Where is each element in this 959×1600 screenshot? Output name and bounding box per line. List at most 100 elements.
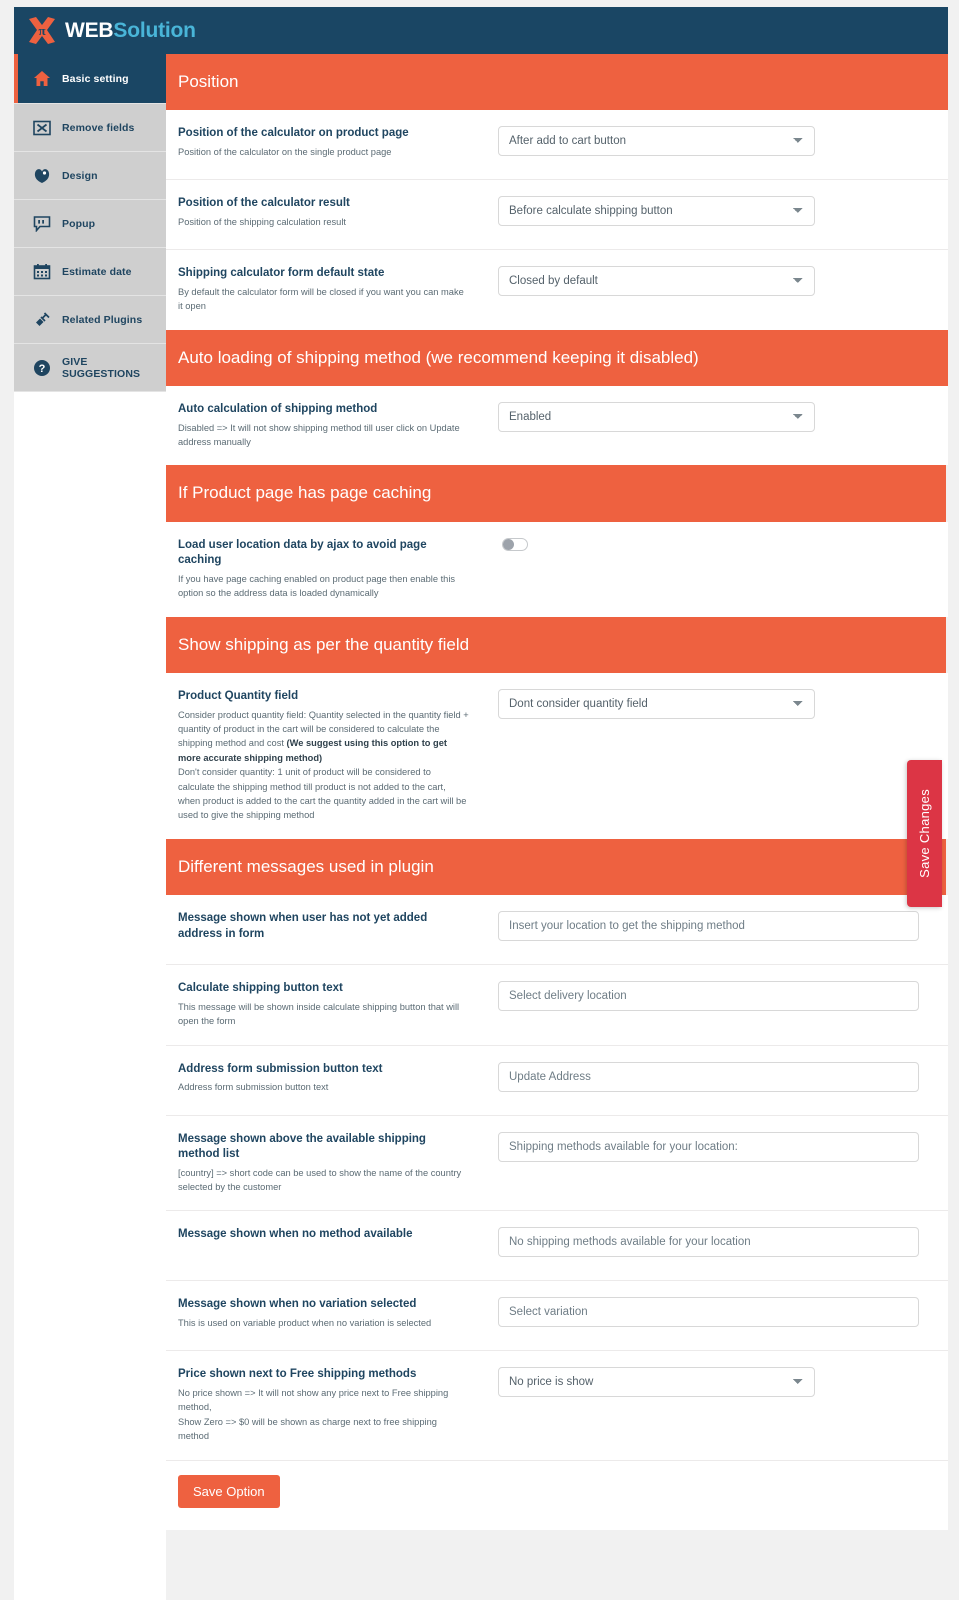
setting-description: No price shown => It will not show any p… bbox=[178, 1387, 449, 1413]
sidebar-item-give-suggestions[interactable]: ? GIVE SUGGESTIONS bbox=[14, 344, 166, 392]
calendar-icon bbox=[32, 262, 52, 282]
setting-description: Consider product quantity field: Quantit… bbox=[178, 708, 469, 766]
no-address-message-input[interactable] bbox=[498, 911, 919, 942]
remove-field-icon bbox=[32, 118, 52, 138]
sidebar-item-popup[interactable]: Popup bbox=[14, 200, 166, 248]
setting-label-block: Calculate shipping button text This mess… bbox=[178, 981, 483, 1028]
setting-description: [country] => short code can be used to s… bbox=[178, 1167, 462, 1192]
setting-description: Disabled => It will not show shipping me… bbox=[178, 422, 460, 448]
calculate-button-text-input[interactable] bbox=[498, 981, 919, 1012]
plug-icon bbox=[32, 310, 52, 330]
panel-messages: Message shown when user has not yet adde… bbox=[166, 895, 948, 1530]
address-submit-button-text-input[interactable] bbox=[498, 1061, 919, 1092]
setting-row: Position of the calculator on product pa… bbox=[166, 110, 948, 181]
sidebar-item-label: Estimate date bbox=[62, 265, 132, 278]
setting-control-block: Dont consider quantity field bbox=[483, 689, 948, 720]
setting-control-block bbox=[483, 537, 948, 551]
save-option-wrap: Save Option bbox=[166, 1460, 948, 1530]
setting-row: Load user location data by ajax to avoid… bbox=[166, 522, 948, 617]
section-header-page-caching: If Product page has page caching bbox=[166, 465, 946, 522]
auto-calculation-select[interactable]: Enabled bbox=[498, 402, 815, 433]
save-option-button[interactable]: Save Option bbox=[178, 1474, 280, 1508]
brand-logo: π WEBSolution bbox=[25, 16, 196, 46]
brand-name-bold: WEB bbox=[65, 19, 114, 42]
setting-control-block: Before calculate shipping button bbox=[483, 196, 948, 227]
sidebar-item-remove-fields[interactable]: Remove fields bbox=[14, 104, 166, 152]
svg-text:π: π bbox=[38, 23, 45, 38]
calculator-result-position-select[interactable]: Before calculate shipping button bbox=[498, 196, 815, 227]
setting-row: Product Quantity field Consider product … bbox=[166, 673, 948, 839]
question-icon: ? bbox=[32, 358, 52, 378]
setting-label: Calculate shipping button text bbox=[178, 982, 343, 995]
sidebar-item-related-plugins[interactable]: Related Plugins bbox=[14, 296, 166, 344]
setting-label-block: Message shown when user has not yet adde… bbox=[178, 911, 483, 945]
setting-row: Auto calculation of shipping method Disa… bbox=[166, 386, 948, 465]
app-header: π WEBSolution bbox=[14, 7, 948, 54]
setting-control-block: After add to cart button bbox=[483, 126, 948, 157]
setting-description: This is used on variable product when no… bbox=[178, 1317, 432, 1328]
setting-label-block: Position of the calculator on product pa… bbox=[178, 126, 483, 159]
sidebar-item-basic-setting[interactable]: Basic setting bbox=[14, 54, 166, 104]
setting-control-block bbox=[483, 1297, 948, 1328]
sidebar-item-label: Remove fields bbox=[62, 121, 135, 134]
above-method-list-message-input[interactable] bbox=[498, 1131, 919, 1162]
setting-control-block bbox=[483, 1227, 948, 1258]
setting-row: Calculate shipping button text This mess… bbox=[166, 965, 948, 1046]
section-header-messages: Different messages used in plugin bbox=[166, 838, 946, 896]
section-header-auto-loading: Auto loading of shipping method (we reco… bbox=[166, 329, 948, 387]
setting-label: Address form submission button text bbox=[178, 1062, 383, 1075]
setting-label-block: Shipping calculator form default state B… bbox=[178, 266, 483, 313]
setting-control-block bbox=[483, 1061, 948, 1092]
sidebar: Basic setting Remove fields Design Popup… bbox=[14, 54, 166, 1600]
setting-label: Product Quantity field bbox=[178, 690, 299, 703]
setting-label-block: Message shown when no method available bbox=[178, 1227, 483, 1246]
setting-label: Load user location data by ajax to avoid… bbox=[178, 538, 427, 567]
no-method-message-input[interactable] bbox=[498, 1227, 919, 1258]
setting-control-block bbox=[483, 911, 948, 942]
design-icon bbox=[32, 166, 52, 186]
setting-label: Auto calculation of shipping method bbox=[178, 403, 378, 416]
setting-label: Message shown when no variation selected bbox=[178, 1298, 417, 1311]
setting-control-block bbox=[483, 1131, 948, 1162]
setting-row: Message shown when user has not yet adde… bbox=[166, 895, 948, 966]
calculator-position-select[interactable]: After add to cart button bbox=[498, 126, 815, 157]
no-variation-message-input[interactable] bbox=[498, 1297, 919, 1328]
popup-icon bbox=[32, 214, 52, 234]
panel-auto-loading: Auto calculation of shipping method Disa… bbox=[166, 386, 948, 466]
form-default-state-select[interactable]: Closed by default bbox=[498, 266, 815, 297]
brand-name: WEBSolution bbox=[65, 20, 196, 41]
setting-row: Message shown when no method available bbox=[166, 1211, 948, 1282]
setting-row: Shipping calculator form default state B… bbox=[166, 250, 948, 329]
setting-label-block: Product Quantity field Consider product … bbox=[178, 689, 483, 823]
free-shipping-price-select[interactable]: No price is show bbox=[498, 1367, 815, 1398]
setting-control-block: No price is show bbox=[483, 1367, 948, 1398]
setting-row: Address form submission button text Addr… bbox=[166, 1046, 948, 1116]
svg-text:?: ? bbox=[39, 363, 46, 375]
pi-x-logo-icon: π bbox=[25, 16, 59, 46]
sidebar-item-design[interactable]: Design bbox=[14, 152, 166, 200]
brand-name-light: Solution bbox=[113, 19, 196, 42]
toggle-knob bbox=[503, 538, 514, 550]
home-icon bbox=[32, 69, 52, 89]
setting-description: Address form submission button text bbox=[178, 1082, 329, 1093]
setting-label: Message shown when user has not yet adde… bbox=[178, 912, 428, 940]
setting-label: Message shown above the available shippi… bbox=[178, 1132, 426, 1161]
sidebar-item-label: Basic setting bbox=[62, 72, 129, 85]
section-header-position: Position bbox=[166, 54, 948, 111]
setting-label-block: Auto calculation of shipping method Disa… bbox=[178, 402, 483, 449]
ajax-location-toggle[interactable] bbox=[502, 537, 528, 551]
setting-description: This message will be shown inside calcul… bbox=[178, 1001, 460, 1027]
setting-description: Position of the calculator on the single… bbox=[178, 146, 392, 157]
main-content: Position Position of the calculator on p… bbox=[166, 54, 948, 1530]
setting-label-block: Position of the calculator result Positi… bbox=[178, 196, 483, 229]
sidebar-item-label: Related Plugins bbox=[62, 313, 143, 326]
setting-description: Position of the shipping calculation res… bbox=[178, 216, 346, 227]
setting-label-block: Address form submission button text Addr… bbox=[178, 1062, 483, 1095]
setting-row: Price shown next to Free shipping method… bbox=[166, 1351, 948, 1461]
setting-description-2: Show Zero => $0 will be shown as charge … bbox=[178, 1416, 437, 1442]
sidebar-item-estimate-date[interactable]: Estimate date bbox=[14, 248, 166, 296]
setting-label-block: Message shown when no variation selected… bbox=[178, 1297, 483, 1330]
setting-label: Shipping calculator form default state bbox=[178, 267, 385, 280]
product-quantity-field-select[interactable]: Dont consider quantity field bbox=[498, 689, 815, 720]
save-changes-tab[interactable]: Save Changes bbox=[907, 760, 942, 907]
